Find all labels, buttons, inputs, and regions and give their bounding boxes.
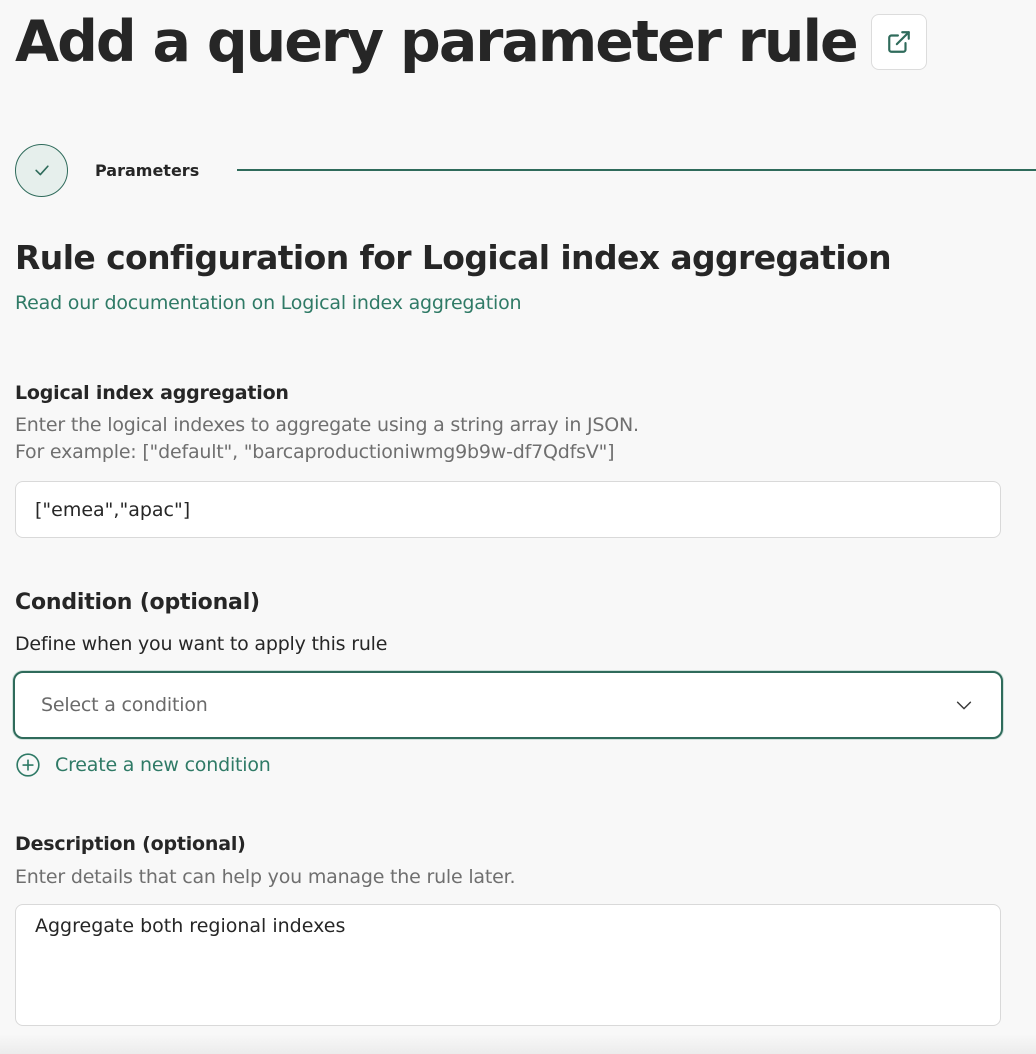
create-condition-button[interactable]: Create a new condition	[15, 752, 271, 778]
description-label: Description (optional)	[15, 833, 246, 855]
condition-title: Condition (optional)	[15, 590, 260, 615]
chevron-down-icon	[956, 701, 972, 710]
description-help: Enter details that can help you manage t…	[15, 866, 516, 888]
aggregation-help-line-1: Enter the logical indexes to aggregate u…	[15, 414, 639, 436]
condition-select-placeholder: Select a condition	[41, 694, 208, 716]
condition-select[interactable]: Select a condition	[13, 671, 1003, 739]
aggregation-input[interactable]	[15, 481, 1001, 538]
create-condition-label: Create a new condition	[55, 754, 271, 776]
check-icon	[34, 165, 49, 176]
bottom-fade	[0, 1034, 1036, 1054]
plus-circle-icon	[16, 753, 40, 777]
aggregation-help-line-2: For example: ["default", "barcaproductio…	[15, 441, 615, 463]
step-parameters-indicator[interactable]	[15, 143, 68, 197]
aggregation-label: Logical index aggregation	[15, 382, 289, 404]
stepper: Parameters	[15, 143, 1036, 197]
step-parameters-label: Parameters	[95, 160, 200, 180]
documentation-link[interactable]: Read our documentation on Logical index …	[15, 292, 522, 314]
condition-help: Define when you want to apply this rule	[15, 633, 388, 655]
external-link-button[interactable]	[870, 14, 927, 70]
section-title: Rule configuration for Logical index agg…	[15, 238, 892, 277]
description-textarea[interactable]: Aggregate both regional indexes	[15, 904, 1001, 1026]
external-link-icon	[887, 31, 910, 53]
step-connector-line	[237, 169, 1036, 171]
page-title: Add a query parameter rule	[15, 9, 859, 75]
page: Add a query parameter rule Parameters Ru…	[0, 0, 1036, 1054]
page-header: Add a query parameter rule	[15, 6, 927, 78]
